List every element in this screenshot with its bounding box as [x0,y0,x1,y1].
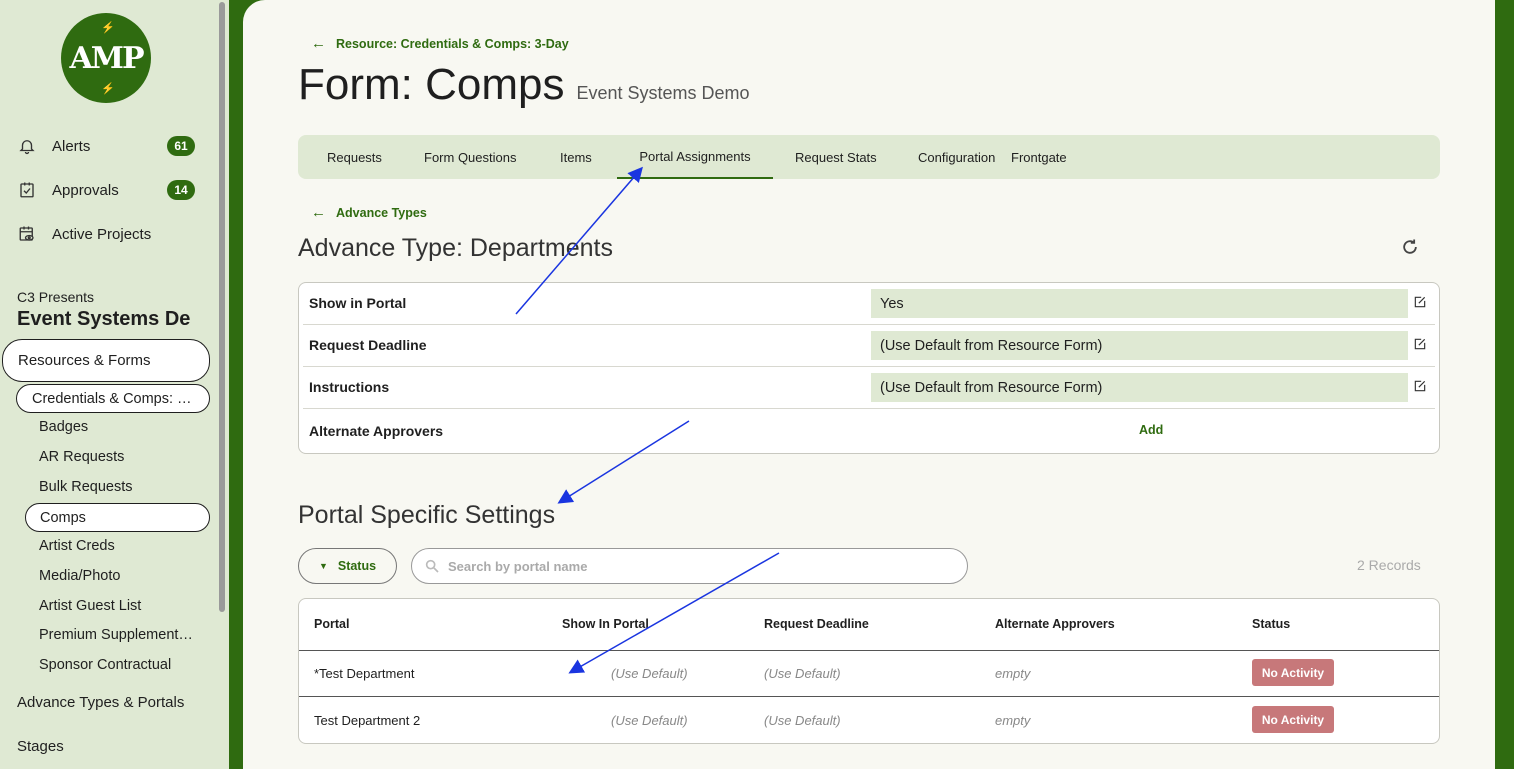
tab-requests[interactable]: Requests [327,135,382,179]
tab-frontgate[interactable]: Frontgate [1011,135,1067,179]
page-title: Form: Comps Event Systems Demo [298,60,750,110]
cell-show-in-portal: (Use Default) [611,713,688,728]
sub-item-badges[interactable]: Badges [39,419,199,435]
setting-label: Show in Portal [309,295,407,311]
edit-icon[interactable] [1413,337,1427,351]
status-filter-button[interactable]: ▼ Status [298,548,397,584]
sub-item-artist-guest-list[interactable]: Artist Guest List [39,598,199,614]
search-input[interactable] [448,558,928,574]
logo-text: AMP [69,40,144,76]
nav-alerts[interactable]: Alerts [18,134,90,158]
cell-show-in-portal: (Use Default) [611,666,688,681]
nav-approvals[interactable]: Approvals [18,178,119,202]
table-row[interactable]: *Test Department (Use Default) (Use Defa… [299,650,1439,697]
setting-label: Request Deadline [309,337,427,353]
add-approver-link[interactable]: Add [1139,423,1163,437]
portal-table: Portal Show In Portal Request Deadline A… [298,598,1440,744]
approvals-count-badge: 14 [167,180,195,200]
refresh-icon[interactable] [1400,237,1420,257]
resource-credentials-comps[interactable]: Credentials & Comps: … [16,384,210,413]
cell-request-deadline: (Use Default) [764,713,841,728]
cell-portal: *Test Department [314,666,415,681]
cell-alternate-approvers: empty [995,713,1031,728]
section-stages[interactable]: Stages [17,738,64,755]
setting-row-alternate-approvers: Alternate Approvers Add [303,409,1435,451]
column-header-show-in-portal[interactable]: Show In Portal [562,617,649,631]
tab-bar: Requests Form Questions Items Portal Ass… [298,135,1440,179]
nav-alerts-label: Alerts [52,137,91,155]
calendar-eye-icon [19,226,34,241]
project-name: Event Systems De [17,308,191,330]
spark-icon: ⚡ [101,21,115,34]
setting-value[interactable]: Yes [871,289,1408,318]
arrow-left-icon: ← [311,35,326,52]
back-to-advance-types-label: Advance Types [336,205,427,220]
edit-icon[interactable] [1413,295,1427,309]
portal-search[interactable] [411,548,968,584]
setting-label: Alternate Approvers [309,423,444,439]
setting-row-request-deadline: Request Deadline (Use Default from Resou… [303,325,1435,367]
back-to-resource-label: Resource: Credentials & Comps: 3-Day [336,36,569,51]
arrow-left-icon: ← [311,204,326,221]
cell-alternate-approvers: empty [995,666,1031,681]
cell-request-deadline: (Use Default) [764,666,841,681]
spark-icon: ⚡ [101,82,115,95]
section-resources-forms[interactable]: Resources & Forms [2,339,210,382]
tab-portal-assignments[interactable]: Portal Assignments [617,135,773,179]
tab-form-questions[interactable]: Form Questions [424,135,516,179]
page-title-text: Form: Comps [298,60,565,109]
setting-row-instructions: Instructions (Use Default from Resource … [303,367,1435,409]
tab-items[interactable]: Items [560,135,592,179]
tab-request-stats[interactable]: Request Stats [795,135,877,179]
setting-value[interactable]: (Use Default from Resource Form) [871,331,1408,360]
portal-settings-title: Portal Specific Settings [298,501,556,529]
sidebar: AMP ⚡ ⚡ Alerts 61 Approvals 14 Active Pr… [0,0,229,769]
bell-icon [19,140,35,155]
main-content: ← Resource: Credentials & Comps: 3-Day F… [243,0,1495,769]
table-row[interactable]: Test Department 2 (Use Default) (Use Def… [299,697,1439,743]
sub-item-artist-creds[interactable]: Artist Creds [39,538,199,554]
status-badge: No Activity [1252,659,1334,686]
search-icon [425,559,439,573]
tab-configuration[interactable]: Configuration [918,135,995,179]
nav-active-projects-label: Active Projects [52,225,152,243]
setting-label: Instructions [309,379,390,395]
sub-item-ar-requests[interactable]: AR Requests [39,449,199,465]
sub-item-sponsor-contractual[interactable]: Sponsor Contractual [39,657,199,673]
status-badge: No Activity [1252,706,1334,733]
sidebar-scrollbar[interactable] [219,2,225,612]
sub-item-media-photo[interactable]: Media/Photo [39,568,199,584]
back-to-advance-types-link[interactable]: ← Advance Types [311,204,427,221]
setting-row-show-in-portal: Show in Portal Yes [303,283,1435,325]
advance-type-title: Advance Type: Departments [298,234,613,262]
cell-portal: Test Department 2 [314,713,421,728]
alerts-count-badge: 61 [167,136,195,156]
sub-item-bulk-requests[interactable]: Bulk Requests [39,479,199,495]
section-advance-types-portals[interactable]: Advance Types & Portals [17,694,184,711]
records-count: 2 Records [1357,557,1421,573]
column-header-request-deadline[interactable]: Request Deadline [764,617,869,631]
nav-active-projects[interactable]: Active Projects [18,222,151,246]
setting-value[interactable]: (Use Default from Resource Form) [871,373,1408,402]
edit-icon[interactable] [1413,379,1427,393]
status-filter-label: Status [337,559,377,573]
caret-down-icon: ▼ [318,561,328,571]
back-to-resource-link[interactable]: ← Resource: Credentials & Comps: 3-Day [311,35,569,52]
clipboard-check-icon [20,182,34,198]
advance-settings-panel: Show in Portal Yes Request Deadline (Use… [298,282,1440,454]
column-header-portal[interactable]: Portal [314,617,349,631]
amp-logo[interactable]: AMP ⚡ ⚡ [61,13,151,103]
org-name: C3 Presents [17,289,95,305]
column-header-alternate-approvers[interactable]: Alternate Approvers [995,617,1115,631]
page-subtitle: Event Systems Demo [576,83,750,103]
nav-approvals-label: Approvals [52,181,119,199]
sub-item-comps[interactable]: Comps [25,503,210,532]
sub-item-premium-supplement[interactable]: Premium Supplement… [39,627,199,643]
column-header-status[interactable]: Status [1252,617,1290,631]
